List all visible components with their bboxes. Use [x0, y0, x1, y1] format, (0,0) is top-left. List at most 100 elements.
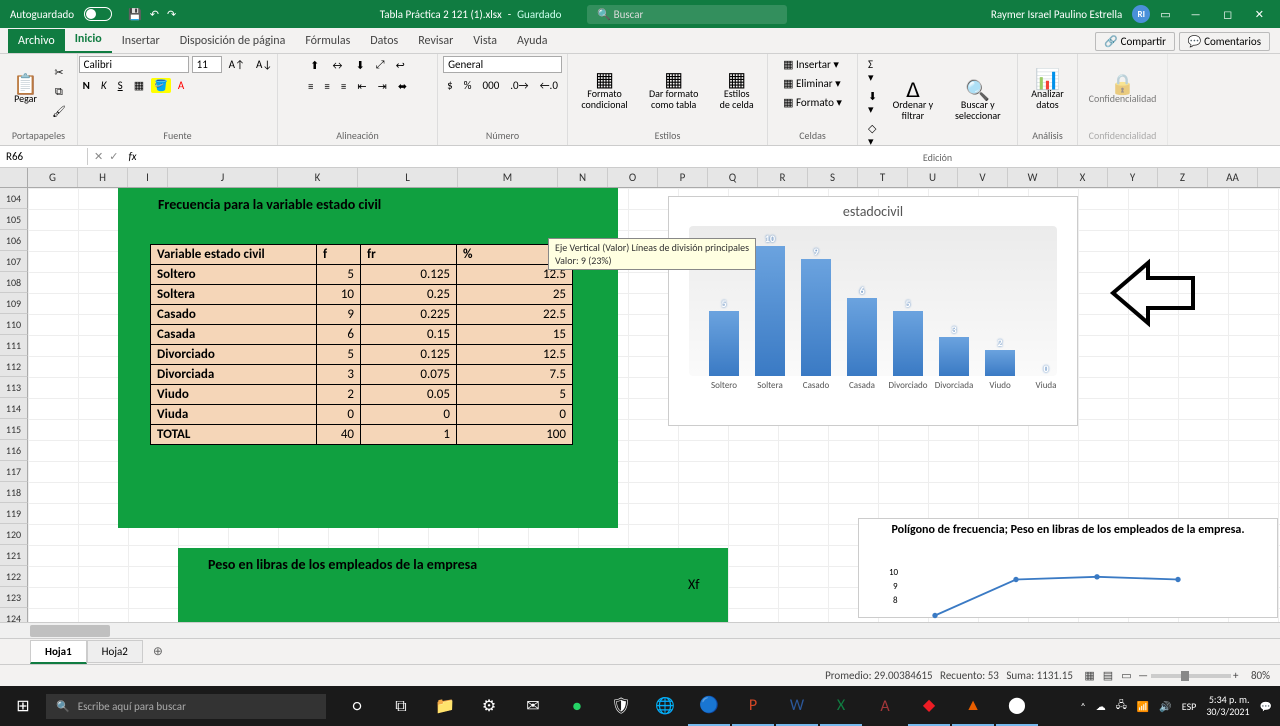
col-header[interactable]: X [1058, 168, 1108, 187]
maximize-icon[interactable]: ◻ [1213, 4, 1242, 25]
col-header[interactable]: U [908, 168, 958, 187]
col-header[interactable]: I [128, 168, 168, 187]
find-select-button[interactable]: 🔍Buscar y seleccionar [945, 84, 1011, 123]
select-all-corner[interactable] [0, 168, 28, 187]
row-header[interactable]: 122 [0, 566, 28, 587]
tab-home[interactable]: Inicio [65, 27, 112, 53]
format-table-button[interactable]: ▦Dar formato como tabla [639, 73, 708, 112]
copy-icon[interactable]: ⧉ [51, 83, 67, 101]
format-cells-button[interactable]: ▦ Formato ▾ [779, 94, 846, 111]
row-header[interactable]: 112 [0, 356, 28, 377]
sheet-tab-2[interactable]: Hoja2 [87, 640, 143, 663]
tab-insert[interactable]: Insertar [112, 29, 170, 53]
decimal-dec-icon[interactable]: ←.0 [536, 77, 562, 94]
line-chart[interactable]: Polígono de frecuencia; Peso en libras d… [858, 518, 1278, 618]
col-header[interactable]: V [958, 168, 1008, 187]
col-header[interactable]: W [1008, 168, 1058, 187]
sheet-area[interactable]: G H I J K L M N O P Q R S T U V W X Y Z … [0, 168, 1280, 622]
row-header[interactable]: 116 [0, 440, 28, 461]
align-right-icon[interactable]: ≡ [337, 78, 350, 95]
row-header[interactable]: 111 [0, 335, 28, 356]
horizontal-scrollbar[interactable] [0, 622, 1280, 638]
row-header[interactable]: 118 [0, 482, 28, 503]
tray-onedrive-icon[interactable]: ☁ [1096, 700, 1106, 713]
obs-icon[interactable]: ⬤ [996, 686, 1038, 726]
italic-button[interactable]: K [97, 77, 111, 94]
decimal-inc-icon[interactable]: .0→ [506, 77, 532, 94]
align-middle-icon[interactable]: ↔ [326, 57, 348, 74]
row-header[interactable]: 105 [0, 209, 28, 230]
tray-wifi-icon[interactable]: 📶 [1137, 700, 1149, 713]
percent-icon[interactable]: % [460, 77, 476, 94]
align-left-icon[interactable]: ≡ [304, 78, 317, 95]
row-header[interactable]: 110 [0, 314, 28, 335]
clear-icon[interactable]: ◇ ▾ [864, 120, 881, 150]
sort-filter-button[interactable]: ᐃOrdenar y filtrar [885, 84, 940, 123]
explorer-icon[interactable]: 📁 [424, 686, 466, 726]
adobe-icon[interactable]: ◆ [908, 686, 950, 726]
cancel-formula-icon[interactable]: ✕ [94, 150, 103, 163]
row-header[interactable]: 120 [0, 524, 28, 545]
security-icon[interactable]: 🛡 [600, 686, 642, 726]
row-header[interactable]: 104 [0, 188, 28, 209]
align-center-icon[interactable]: ≡ [320, 78, 333, 95]
view-layout-icon[interactable]: ▤ [1099, 667, 1117, 684]
tab-formulas[interactable]: Fórmulas [295, 29, 360, 53]
col-header[interactable]: Y [1108, 168, 1158, 187]
vlc-icon[interactable]: ▲ [952, 686, 994, 726]
tray-notifications-icon[interactable]: 💬 [1260, 700, 1272, 713]
powerpoint-icon[interactable]: P [732, 686, 774, 726]
accept-formula-icon[interactable]: ✓ [109, 150, 118, 163]
col-header[interactable]: L [358, 168, 458, 187]
col-header[interactable]: O [608, 168, 658, 187]
row-header[interactable]: 124 [0, 608, 28, 622]
close-icon[interactable]: ✕ [1245, 4, 1274, 25]
tab-data[interactable]: Datos [360, 29, 408, 53]
indent-right-icon[interactable]: ⇥ [374, 78, 391, 95]
col-header[interactable]: Q [708, 168, 758, 187]
excel-icon[interactable]: X [820, 686, 862, 726]
cut-icon[interactable]: ✂ [50, 64, 67, 81]
font-name-select[interactable]: Calibri [79, 56, 189, 73]
col-header[interactable]: K [278, 168, 358, 187]
start-button[interactable]: ⊞ [0, 696, 46, 716]
view-break-icon[interactable]: ▭ [1117, 667, 1135, 684]
fx-icon[interactable]: fx [124, 150, 140, 163]
number-format-select[interactable]: General [443, 56, 562, 73]
edge-icon[interactable]: 🌐 [644, 686, 686, 726]
name-box[interactable]: R66 [0, 148, 88, 165]
row-header[interactable]: 109 [0, 293, 28, 314]
view-normal-icon[interactable]: ▦ [1080, 667, 1098, 684]
row-header[interactable]: 106 [0, 230, 28, 251]
col-header[interactable]: M [458, 168, 558, 187]
font-color-icon[interactable]: A [174, 77, 188, 94]
tray-volume-icon[interactable]: 🔊 [1159, 700, 1171, 713]
row-header[interactable]: 113 [0, 377, 28, 398]
col-header[interactable]: G [28, 168, 78, 187]
indent-left-icon[interactable]: ⇤ [353, 78, 370, 95]
wrap-text-icon[interactable]: ↩ [392, 57, 409, 74]
tab-view[interactable]: Vista [463, 29, 507, 53]
row-header[interactable]: 108 [0, 272, 28, 293]
format-painter-icon[interactable]: 🖌 [48, 103, 70, 120]
insert-cells-button[interactable]: ▦ Insertar ▾ [779, 56, 843, 73]
ribbon-display-icon[interactable]: ▭ [1160, 8, 1170, 21]
add-sheet-button[interactable]: ⊕ [143, 640, 173, 663]
word-icon[interactable]: W [776, 686, 818, 726]
align-bottom-icon[interactable]: ⬇ [352, 57, 369, 74]
cell-styles-button[interactable]: ▦Estilos de celda [712, 73, 761, 112]
zoom-level[interactable]: 80% [1241, 669, 1280, 682]
col-header[interactable]: J [168, 168, 278, 187]
analyze-button[interactable]: 📊Analizar datos [1024, 73, 1071, 112]
tab-review[interactable]: Revisar [408, 29, 463, 53]
fill-icon[interactable]: ⬇ ▾ [864, 88, 881, 118]
minimize-icon[interactable]: — [1181, 4, 1211, 25]
font-size-select[interactable]: 11 [192, 56, 222, 73]
autosave-toggle[interactable] [84, 7, 112, 21]
col-header[interactable]: P [658, 168, 708, 187]
formula-input[interactable] [141, 155, 1280, 159]
settings-icon[interactable]: ⚙ [468, 686, 510, 726]
decrease-font-icon[interactable]: A↓ [252, 56, 276, 73]
save-icon[interactable]: 💾 [128, 8, 142, 21]
col-header[interactable]: T [858, 168, 908, 187]
